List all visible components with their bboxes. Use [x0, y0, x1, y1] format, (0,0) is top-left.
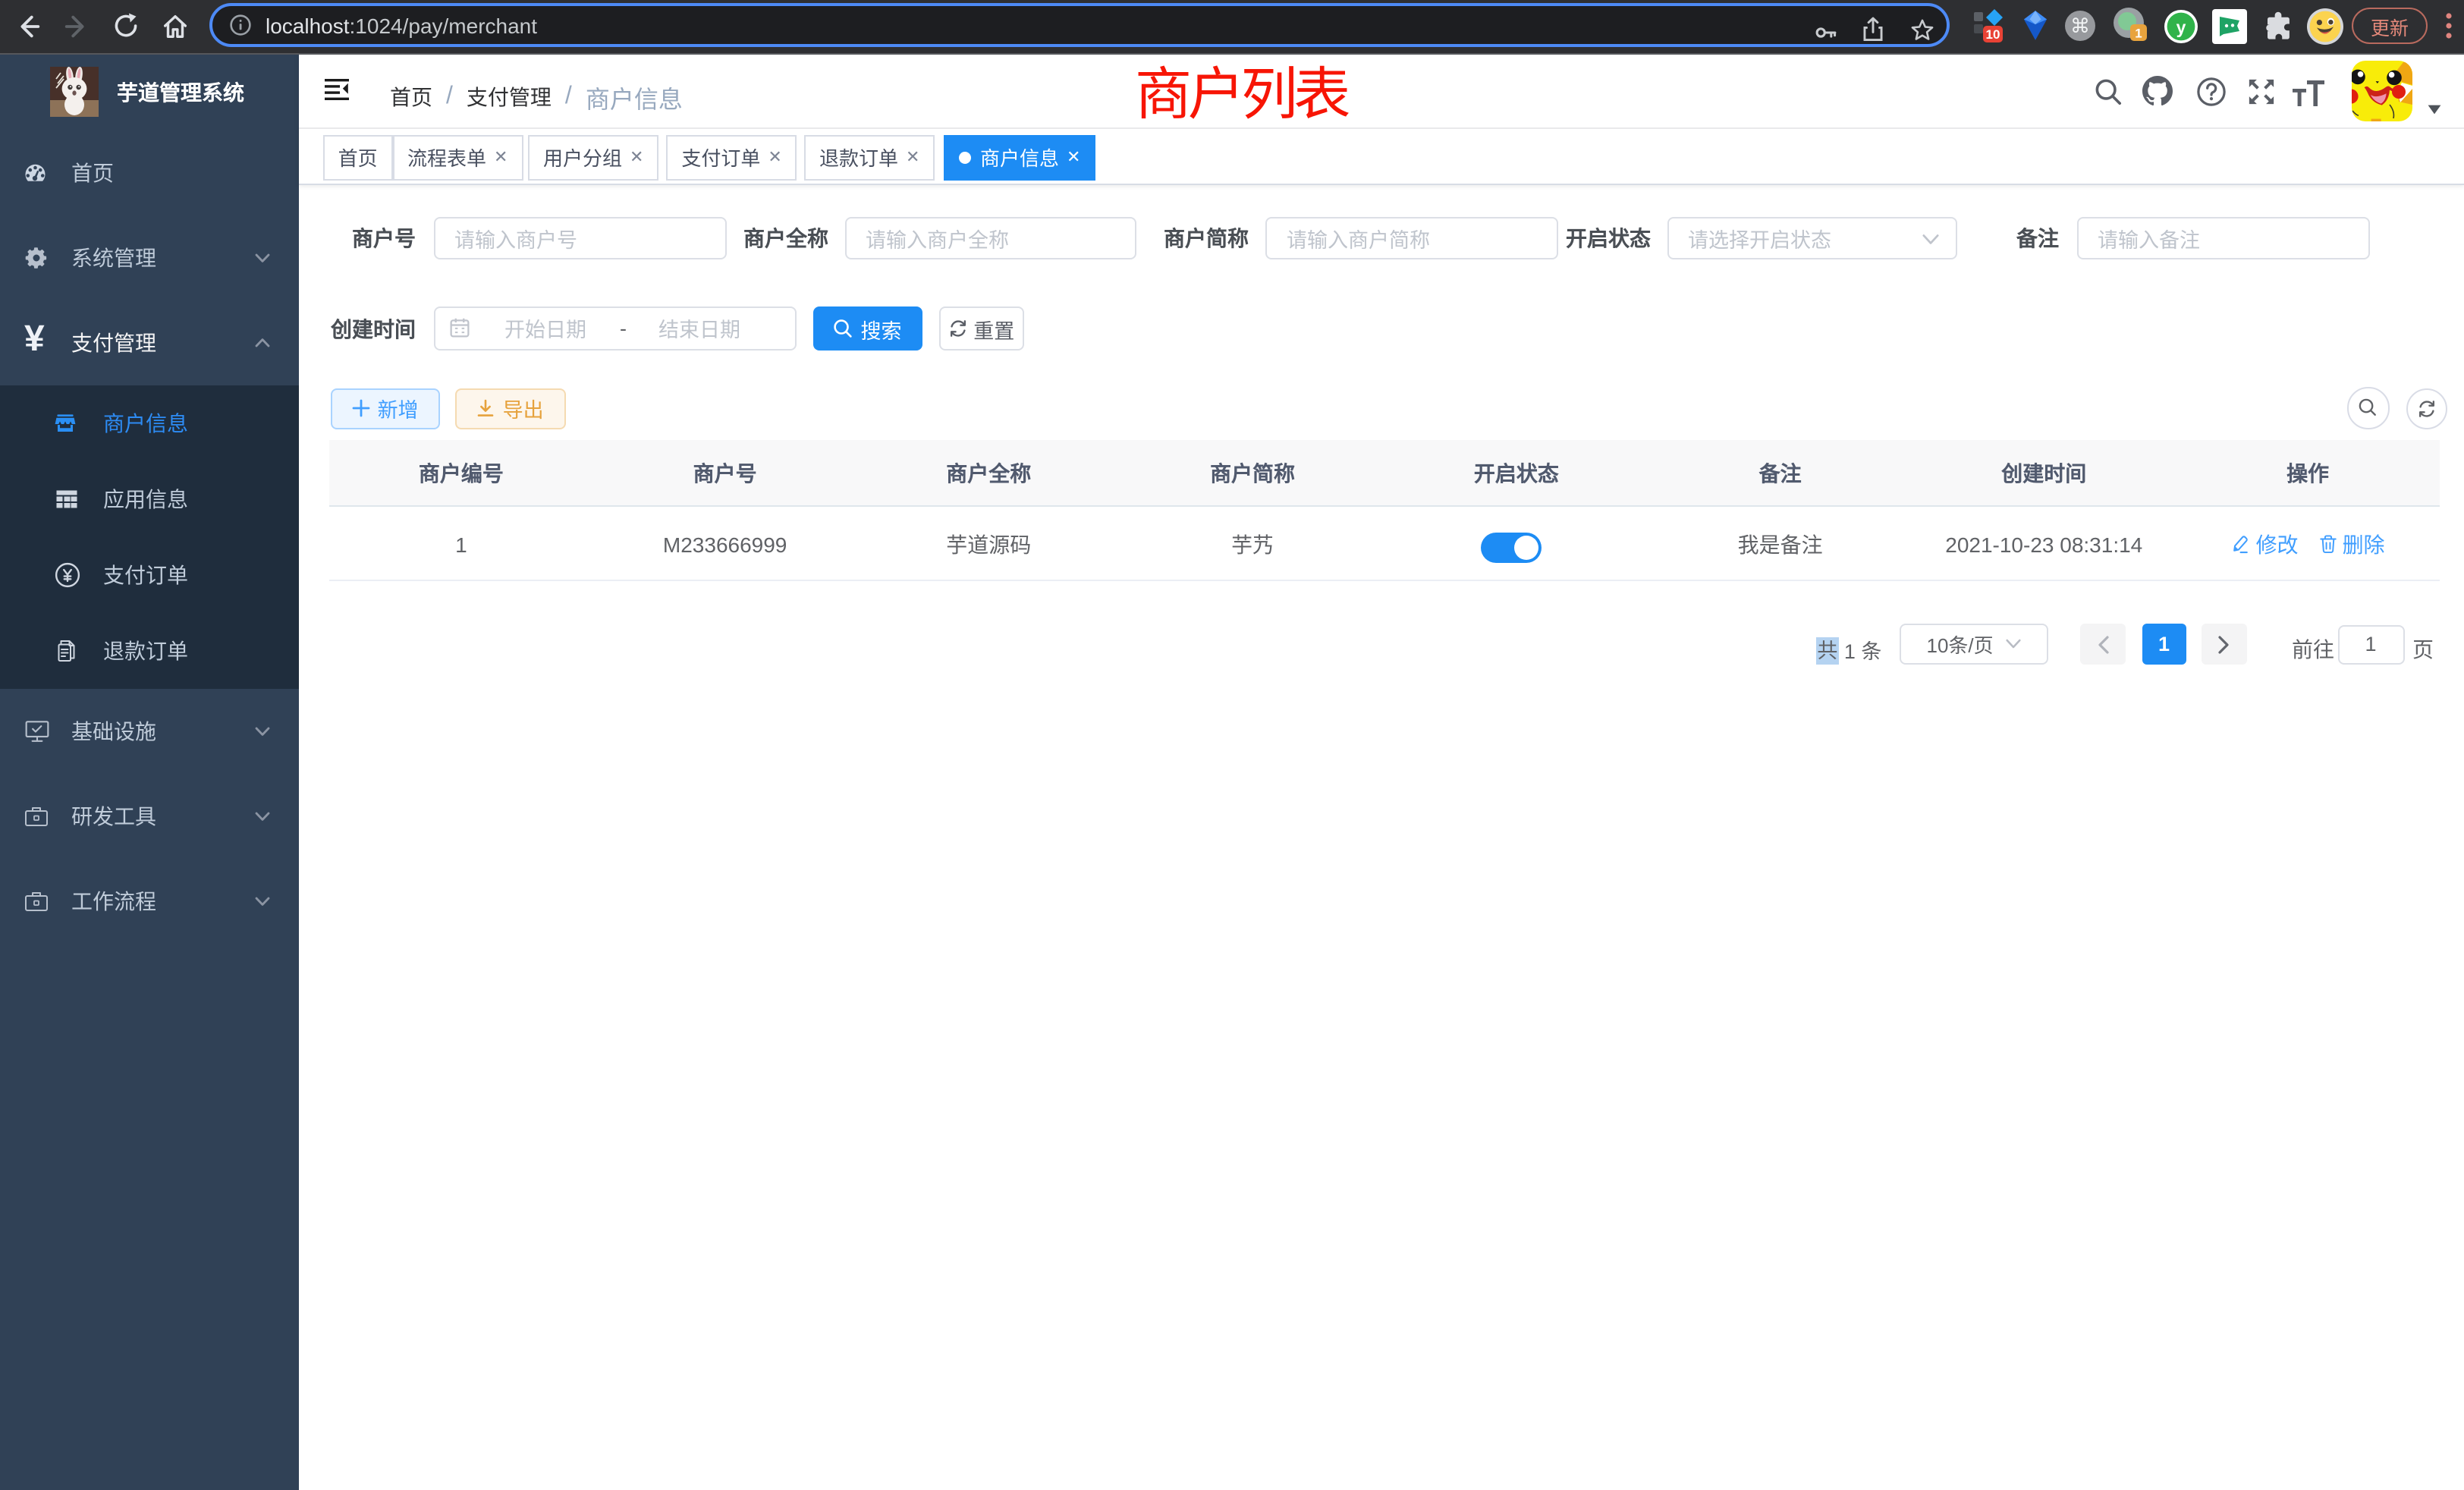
svg-text:y: y [2176, 17, 2186, 37]
svg-text:⌘: ⌘ [2070, 15, 2090, 38]
svg-text:10: 10 [1986, 28, 2000, 42]
svg-text:1: 1 [2135, 27, 2142, 41]
